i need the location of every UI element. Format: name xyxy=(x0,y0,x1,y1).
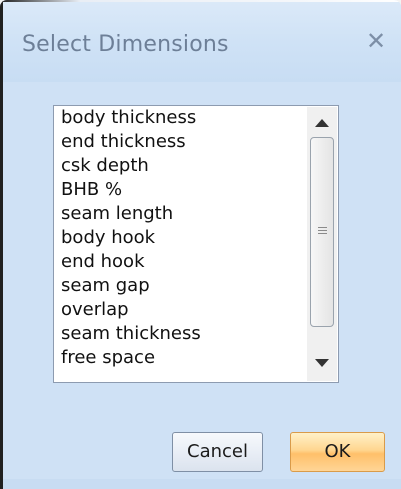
list-item[interactable]: free space xyxy=(61,346,301,370)
list-item[interactable]: body thickness xyxy=(61,106,301,130)
cancel-button[interactable]: Cancel xyxy=(172,432,263,472)
list-item[interactable]: seam gap xyxy=(61,274,301,298)
scroll-up-button[interactable] xyxy=(307,111,337,137)
ok-button[interactable]: OK xyxy=(290,432,385,472)
list-item[interactable]: overlap xyxy=(61,298,301,322)
arrow-down-icon xyxy=(315,359,329,367)
scroll-thumb[interactable] xyxy=(310,137,334,327)
list-item[interactable]: body hook xyxy=(61,226,301,250)
dimensions-list: body thickness end thickness csk depth B… xyxy=(61,106,301,370)
close-icon[interactable]: ✕ xyxy=(365,29,387,53)
list-item[interactable]: BHB % xyxy=(61,178,301,202)
grip-icon xyxy=(318,227,327,235)
list-item[interactable]: csk depth xyxy=(61,154,301,178)
title-bar[interactable]: Select Dimensions ✕ xyxy=(3,2,401,82)
dialog-title: Select Dimensions xyxy=(22,32,229,57)
select-dimensions-dialog: Select Dimensions ✕ body thickness end t… xyxy=(0,0,401,489)
vertical-scrollbar[interactable] xyxy=(307,107,337,381)
scroll-down-button[interactable] xyxy=(307,351,337,377)
dialog-bottom-edge xyxy=(3,479,401,489)
list-item[interactable]: seam thickness xyxy=(61,322,301,346)
arrow-up-icon xyxy=(315,119,329,127)
list-item[interactable]: seam length xyxy=(61,202,301,226)
list-item[interactable]: end hook xyxy=(61,250,301,274)
list-item[interactable]: end thickness xyxy=(61,130,301,154)
dimensions-listbox[interactable]: body thickness end thickness csk depth B… xyxy=(53,105,339,383)
